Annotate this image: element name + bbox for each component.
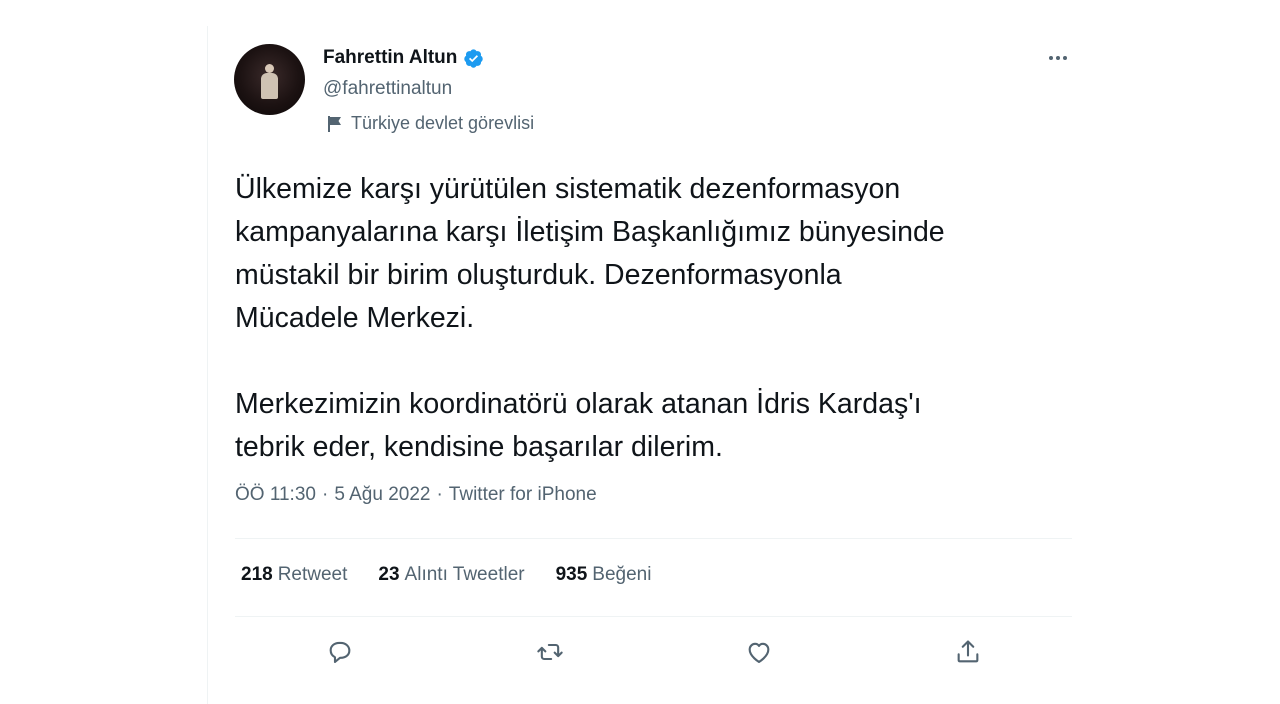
divider — [235, 616, 1072, 617]
tweet-meta: ÖÖ 11:30 · 5 Ağu 2022 · Twitter for iPho… — [235, 484, 597, 506]
like-count: 935 — [555, 564, 588, 585]
share-button[interactable] — [948, 632, 988, 672]
avatar-figure-body — [261, 73, 278, 99]
meta-separator: · — [321, 484, 329, 505]
government-label[interactable]: Türkiye devlet görevlisi — [325, 113, 534, 134]
share-icon — [957, 640, 979, 663]
like-label: Beğeni — [592, 564, 652, 585]
retweet-icon — [537, 643, 563, 661]
reply-button[interactable] — [320, 632, 360, 672]
tweet-time[interactable]: ÖÖ 11:30 — [235, 484, 316, 506]
author-name[interactable]: Fahrettin Altun — [323, 47, 457, 69]
avatar[interactable] — [234, 44, 305, 115]
quote-count-link[interactable]: 23 Alıntı Tweetler — [378, 564, 524, 586]
more-horizontal-icon — [1049, 56, 1067, 60]
flag-icon — [325, 114, 345, 134]
like-button[interactable] — [739, 632, 779, 672]
action-bar — [235, 624, 1072, 680]
tweet-source[interactable]: Twitter for iPhone — [449, 484, 597, 506]
heart-icon — [748, 642, 770, 663]
author-name-row[interactable]: Fahrettin Altun — [323, 46, 484, 70]
reply-icon — [329, 641, 351, 663]
avatar-figure-head — [265, 64, 274, 73]
retweet-count-link[interactable]: 218 Retweet — [241, 564, 347, 586]
quote-count: 23 — [378, 564, 400, 585]
tweet-text: Ülkemize karşı yürütülen sistematik deze… — [235, 173, 945, 463]
verified-badge-icon — [463, 48, 484, 69]
tweet-stats: 218 Retweet 23 Alıntı Tweetler 935 Beğen… — [241, 564, 651, 586]
government-label-text: Türkiye devlet görevlisi — [351, 113, 535, 133]
like-count-link[interactable]: 935 Beğeni — [556, 564, 652, 586]
author-handle[interactable]: @fahrettinaltun — [323, 78, 452, 100]
more-options-button[interactable] — [1042, 44, 1074, 72]
retweet-label: Retweet — [277, 564, 348, 585]
retweet-button[interactable] — [530, 632, 570, 672]
divider — [235, 538, 1072, 539]
tweet-date[interactable]: 5 Ağu 2022 — [334, 484, 430, 506]
retweet-count: 218 — [241, 564, 273, 585]
quote-label: Alıntı Tweetler — [404, 564, 525, 585]
meta-separator: · — [436, 484, 443, 505]
